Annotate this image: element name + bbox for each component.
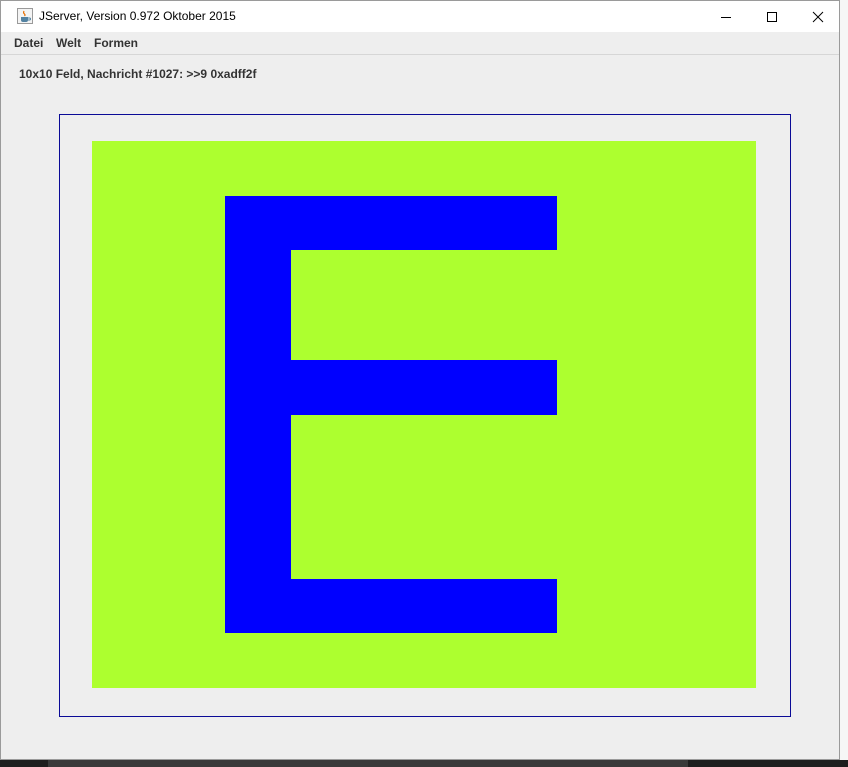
title-bar[interactable]: JServer, Version 0.972 Oktober 2015 xyxy=(1,1,839,32)
e-middle-arm xyxy=(225,360,557,415)
board-field[interactable] xyxy=(92,141,756,688)
menu-datei[interactable]: Datei xyxy=(14,36,43,50)
status-message: 10x10 Feld, Nachricht #1027: >>9 0xadff2… xyxy=(19,67,257,81)
maximize-icon xyxy=(767,11,777,22)
taskbar-segment xyxy=(48,760,688,767)
close-icon xyxy=(812,11,824,22)
maximize-button[interactable] xyxy=(749,1,795,32)
background-window-edge-right xyxy=(840,0,848,767)
e-bottom-arm xyxy=(225,579,557,633)
menu-formen[interactable]: Formen xyxy=(94,36,138,50)
minimize-icon xyxy=(721,16,731,18)
taskbar-strip xyxy=(0,760,848,767)
close-button[interactable] xyxy=(795,1,841,32)
menu-welt[interactable]: Welt xyxy=(56,36,81,50)
minimize-button[interactable] xyxy=(703,1,749,32)
e-top-arm xyxy=(225,196,557,250)
window-title: JServer, Version 0.972 Oktober 2015 xyxy=(39,9,236,23)
jserver-window: JServer, Version 0.972 Oktober 2015 Date… xyxy=(0,0,840,760)
java-cup-icon[interactable] xyxy=(17,8,33,24)
menu-bar: Datei Welt Formen xyxy=(1,32,839,55)
